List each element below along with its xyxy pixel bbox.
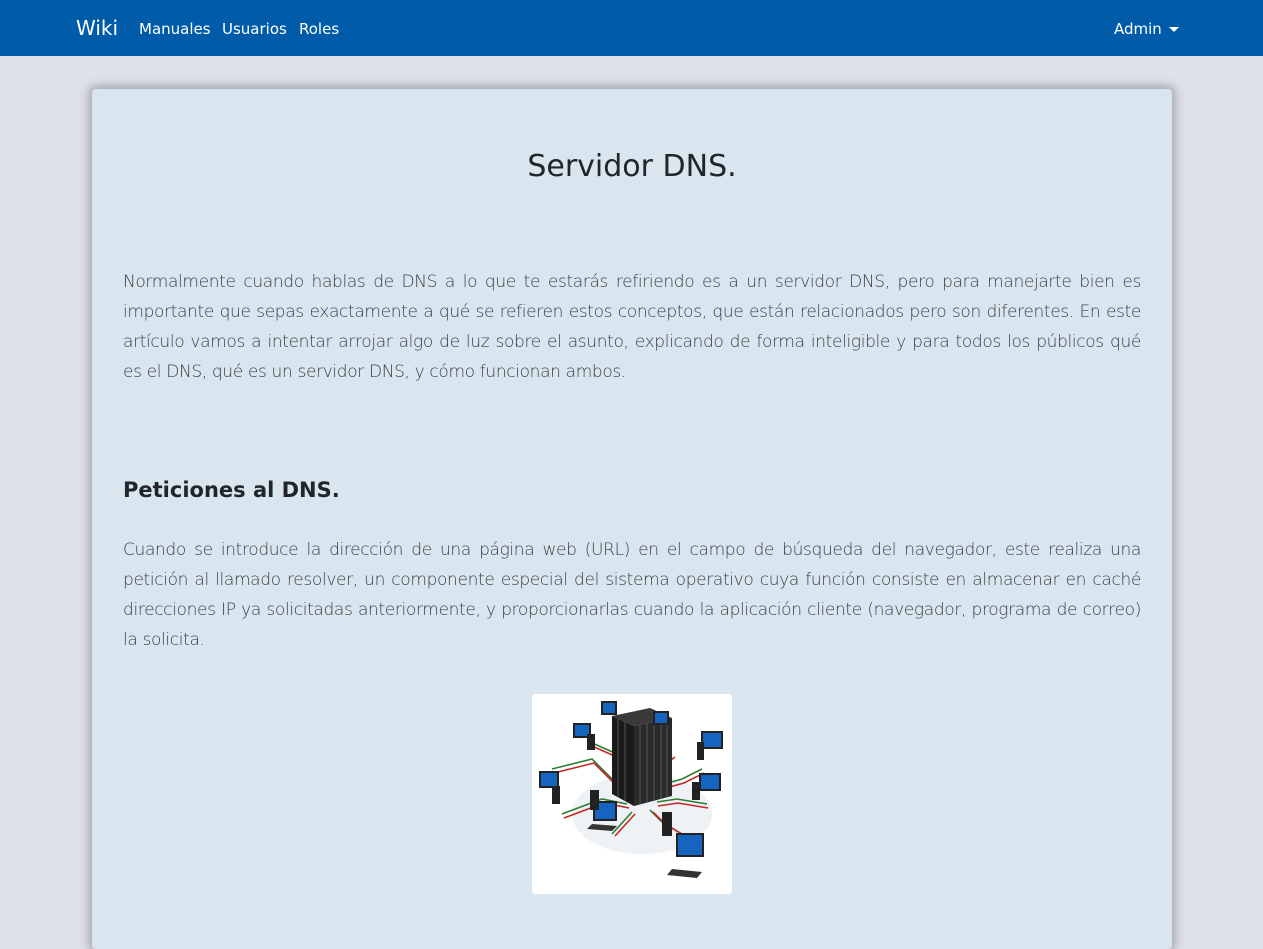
nav-link-usuarios[interactable]: Usuarios: [222, 19, 287, 39]
caret-down-icon: [1168, 26, 1179, 32]
network-diagram-icon: [532, 694, 732, 894]
intro-paragraph: Normalmente cuando hablas de DNS a lo qu…: [123, 272, 1141, 382]
user-menu-label: Admin: [1114, 20, 1162, 38]
article-card: Servidor DNS. Normalmente cuando hablas …: [92, 89, 1172, 949]
section-heading: Peticiones al DNS.: [123, 478, 340, 502]
section-paragraph: Cuando se introduce la dirección de una …: [123, 540, 1141, 650]
brand-link[interactable]: Wiki: [76, 15, 118, 41]
user-menu-dropdown[interactable]: Admin: [1114, 19, 1179, 39]
nav-link-manuales[interactable]: Manuales: [139, 19, 211, 39]
nav-link-roles[interactable]: Roles: [299, 19, 339, 39]
page-title: Servidor DNS.: [527, 149, 737, 184]
dns-server-network-illustration: [532, 694, 732, 894]
top-navbar: Wiki Manuales Usuarios Roles Admin: [0, 0, 1263, 56]
